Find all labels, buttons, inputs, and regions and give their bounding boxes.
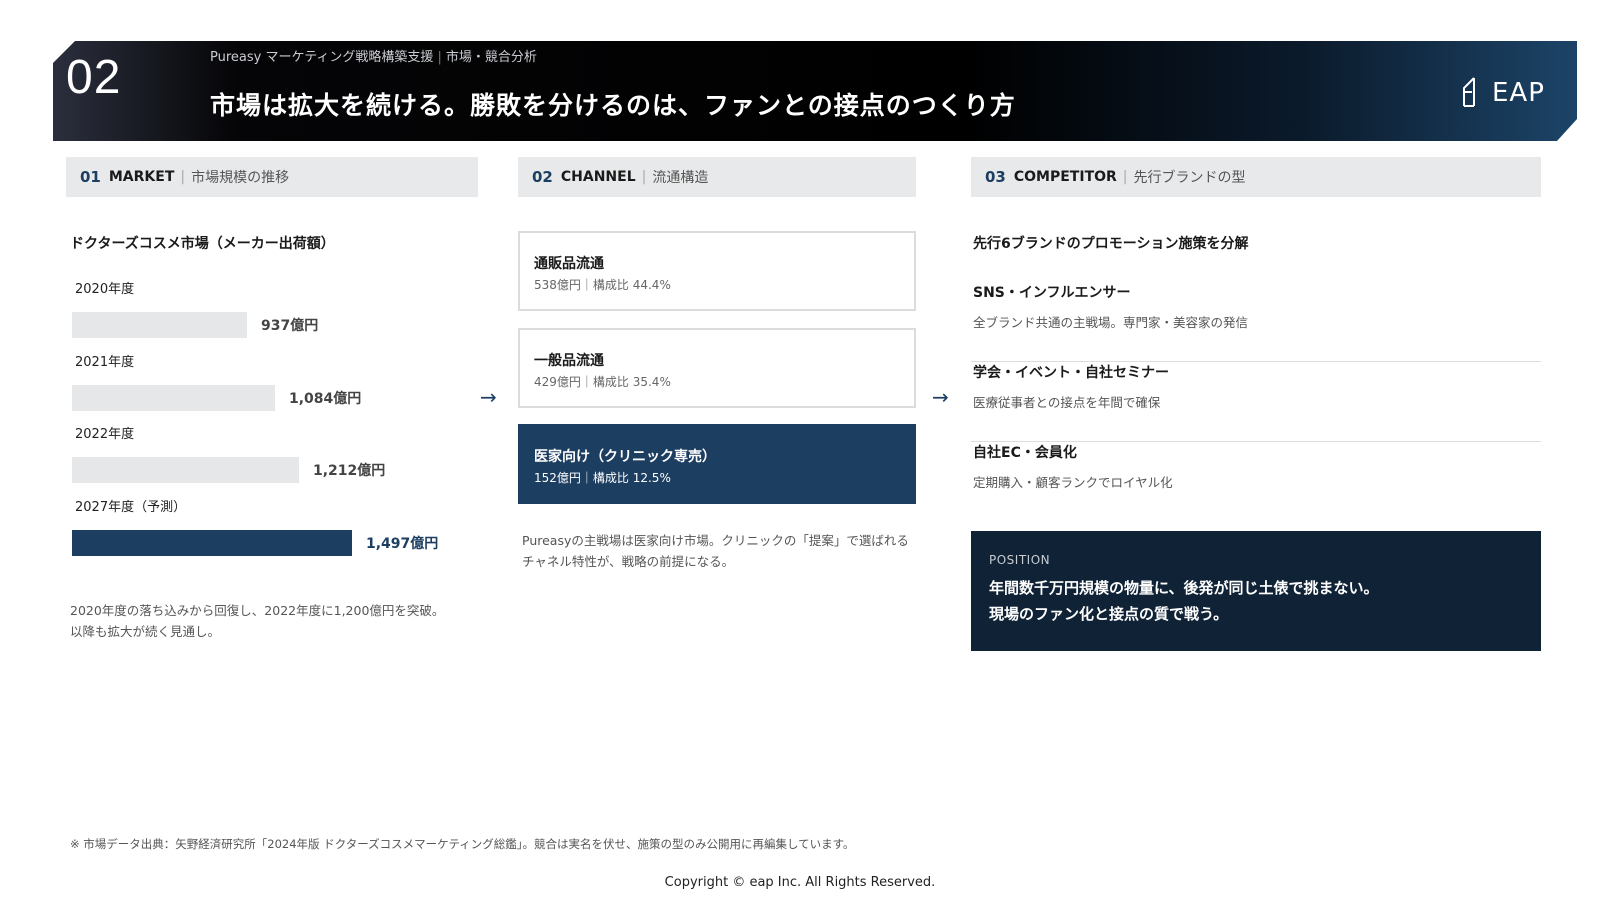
channel-card: 一般品流通 429億円｜構成比 35.4%: [518, 328, 916, 408]
section-header-market: 01 MARKET | 市場規模の推移: [66, 157, 478, 197]
source-note: ※ 市場データ出典：矢野経済研究所「2024年版 ドクターズコスメマーケティング…: [70, 837, 855, 851]
competitor-item-name: SNS・インフルエンサー: [973, 285, 1131, 301]
section-separator: |: [1122, 169, 1128, 185]
section-title-jp: 先行ブランドの型: [1133, 170, 1246, 186]
section-title-en: MARKET: [108, 169, 175, 185]
position-box: POSITION 年間数千万円規模の物量に、後発が同じ土俵で挑まない。 現場のフ…: [971, 531, 1541, 651]
section-title-jp: 流通構造: [652, 170, 709, 186]
section-separator: |: [641, 169, 647, 185]
market-value-label: 1,212億円: [313, 463, 386, 479]
logo-text: EAP: [1492, 78, 1545, 108]
market-bar: [72, 312, 247, 338]
market-note-line: 以降も拡大が続く見通し。: [70, 624, 221, 639]
subtitle-brand: Pureasy マーケティング戦略構築支援: [210, 50, 434, 65]
copyright: Copyright © eap Inc. All Rights Reserved…: [664, 875, 936, 890]
competitor-item-desc: 全ブランド共通の主戦場。専門家・美容家の発信: [973, 315, 1249, 330]
competitor-item: 自社EC・会員化 定期購入・顧客ランクでロイヤル化: [971, 442, 1541, 522]
position-label: POSITION: [989, 553, 1051, 567]
channel-card: 通販品流通 538億円｜構成比 44.4%: [518, 231, 916, 311]
competitor-item-desc: 定期購入・顧客ランクでロイヤル化: [973, 475, 1173, 490]
market-year-label: 2022年度: [75, 427, 135, 442]
section-header-channel: 02 CHANNEL | 流通構造: [518, 157, 916, 197]
section-number: 03: [985, 168, 1006, 186]
competitor-item-desc: 医療従事者との接点を年間で確保: [973, 395, 1161, 410]
market-note-line: 2020年度の落ち込みから回復し、2022年度に1,200億円を突破。: [70, 603, 445, 618]
section-title-en: COMPETITOR: [1013, 169, 1117, 185]
section-header-competitor: 03 COMPETITOR | 先行ブランドの型: [971, 157, 1541, 197]
section-number: 02: [532, 168, 553, 186]
section-number: 01: [80, 168, 101, 186]
market-year-label: 2027年度（予測）: [75, 500, 187, 515]
channel-name: 医家向け（クリニック専売）: [534, 449, 716, 465]
channel-meta: 538億円｜構成比 44.4%: [534, 278, 671, 292]
header-subtitle: Pureasy マーケティング戦略構築支援 | 市場・競合分析: [210, 46, 537, 65]
arrow-right-icon: →: [480, 385, 497, 409]
competitor-item: 学会・イベント・自社セミナー 医療従事者との接点を年間で確保: [971, 362, 1541, 442]
market-bar: [72, 530, 352, 556]
subtitle-section: 市場・競合分析: [445, 50, 537, 65]
market-year-label: 2020年度: [75, 282, 135, 297]
eap-logo-icon: [1463, 77, 1475, 107]
section-title-en: CHANNEL: [560, 169, 636, 185]
competitor-item-name: 学会・イベント・自社セミナー: [973, 365, 1169, 381]
channel-meta: 429億円｜構成比 35.4%: [534, 375, 671, 389]
arrow-right-icon: →: [932, 385, 949, 409]
market-bar: [72, 385, 275, 411]
channel-meta: 152億円｜構成比 12.5%: [534, 471, 671, 485]
market-value-label: 937億円: [261, 318, 319, 334]
market-value-label: 1,084億円: [289, 391, 362, 407]
competitor-item-name: 自社EC・会員化: [973, 445, 1077, 461]
section-title-jp: 市場規模の推移: [191, 170, 290, 186]
competitor-title: 先行6ブランドのプロモーション施策を分解: [973, 236, 1249, 252]
position-line: 現場のファン化と接点の質で戦う。: [989, 605, 1229, 623]
section-separator: |: [180, 169, 186, 185]
channel-name: 一般品流通: [534, 353, 604, 369]
slide-number: 02: [66, 51, 122, 104]
market-chart-title: ドクターズコスメ市場（メーカー出荷額）: [70, 236, 335, 252]
position-line: 年間数千万円規模の物量に、後発が同じ土俵で挑まない。: [989, 579, 1379, 597]
market-bar: [72, 457, 299, 483]
channel-name: 通販品流通: [534, 256, 604, 272]
channel-card-highlight: 医家向け（クリニック専売） 152億円｜構成比 12.5%: [518, 424, 916, 504]
position-text: 年間数千万円規模の物量に、後発が同じ土俵で挑まない。 現場のファン化と接点の質で…: [989, 575, 1523, 627]
channel-note: Pureasyの主戦場は医家向け市場。クリニックの「提案」で選ばれるチャネル特性…: [522, 533, 909, 569]
market-year-label: 2021年度: [75, 355, 135, 370]
competitor-item: SNS・インフルエンサー 全ブランド共通の主戦場。専門家・美容家の発信: [971, 282, 1541, 362]
market-note: 2020年度の落ち込みから回復し、2022年度に1,200億円を突破。 以降も拡…: [70, 600, 444, 642]
market-value-label: 1,497億円: [366, 536, 439, 552]
subtitle-separator: |: [437, 50, 442, 65]
page-title: 市場は拡大を続ける。勝敗を分けるのは、ファンとの接点のつくり方: [210, 91, 1016, 120]
